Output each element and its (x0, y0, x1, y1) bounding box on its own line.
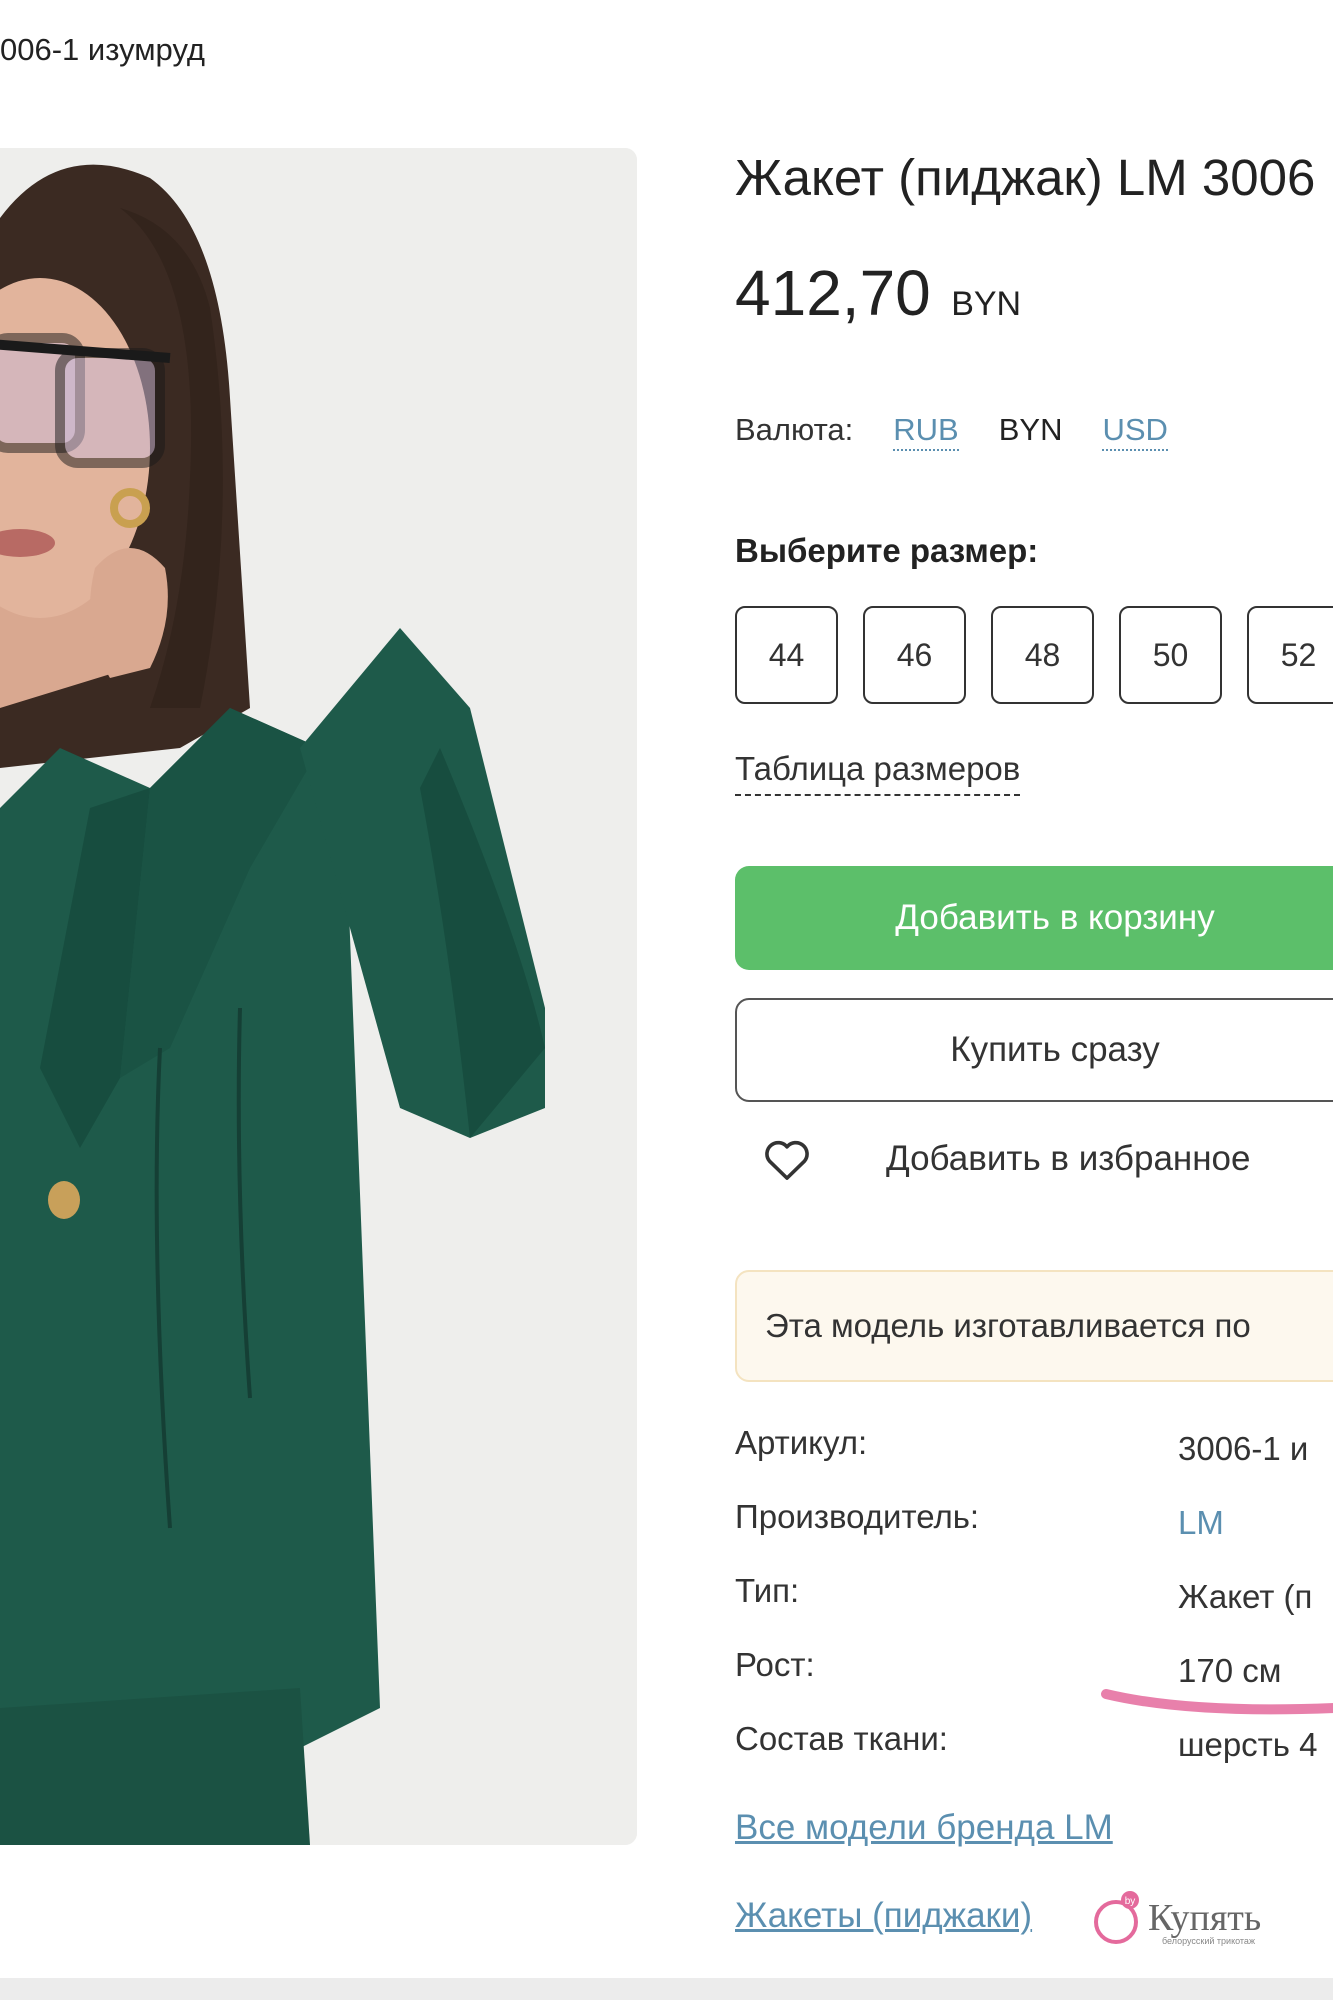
size-option-52[interactable]: 52 (1247, 606, 1333, 704)
add-to-cart-button[interactable]: Добавить в корзину (735, 866, 1333, 970)
currency-option-rub[interactable]: RUB (893, 412, 959, 451)
watermark-stroke (1101, 1689, 1333, 1715)
bottom-bar (0, 1978, 1333, 2000)
breadcrumb[interactable]: 006-1 изумруд (0, 32, 205, 68)
made-to-order-notice: Эта модель изготавливается по (735, 1270, 1333, 1382)
category-link[interactable]: Жакеты (пиджаки) (735, 1896, 1032, 1936)
size-table-link[interactable]: Таблица размеров (735, 750, 1021, 796)
watermark-logo: by Купять белорусский трикотаж (1088, 1888, 1261, 1948)
spec-value-article: 3006-1 и (1178, 1430, 1309, 1467)
spec-label-height: Рост: (735, 1646, 815, 1683)
spec-label-type: Тип: (735, 1572, 800, 1609)
currency-label: Валюта: (735, 412, 854, 447)
size-option-46[interactable]: 46 (863, 606, 966, 704)
buy-now-button[interactable]: Купить сразу (735, 998, 1333, 1102)
spec-label-manufacturer: Производитель: (735, 1498, 980, 1535)
price-amount: 412,70 (735, 257, 931, 329)
size-heading: Выберите размер: (735, 532, 1039, 569)
price-currency: BYN (951, 285, 1022, 323)
logo-mark-icon: by (1094, 1891, 1139, 1944)
add-to-favorites-label: Добавить в избранное (886, 1139, 1251, 1178)
size-option-48[interactable]: 48 (991, 606, 1094, 704)
currency-option-usd[interactable]: USD (1102, 412, 1168, 451)
currency-option-byn: BYN (998, 412, 1063, 447)
brand-models-link[interactable]: Все модели бренда LM (735, 1808, 1113, 1848)
spec-value-fabric: шерсть 4 (1178, 1726, 1318, 1763)
heart-icon (765, 1140, 809, 1180)
spec-label-article: Артикул: (735, 1424, 868, 1461)
spec-value-manufacturer[interactable]: LM (1178, 1504, 1224, 1542)
product-photo[interactable] (0, 148, 637, 1845)
spec-value-type: Жакет (п (1178, 1578, 1313, 1615)
product-title: Жакет (пиджак) LM 3006 (735, 149, 1316, 206)
product-price: 412,70 BYN (735, 256, 1021, 330)
notice-text: Эта модель изготавливается по (765, 1307, 1251, 1344)
logo-badge: by (1125, 1896, 1136, 1907)
spec-label-fabric: Состав ткани: (735, 1720, 948, 1757)
size-option-50[interactable]: 50 (1119, 606, 1222, 704)
add-to-favorites-button[interactable]: Добавить в избранное (760, 1132, 1251, 1186)
currency-switcher: Валюта: RUB BYN USD (735, 412, 1208, 451)
logo-subtitle: белорусский трикотаж (1162, 1936, 1255, 1946)
size-option-44[interactable]: 44 (735, 606, 838, 704)
logo-word: Купять (1148, 1897, 1262, 1939)
size-selector: 44 46 48 50 52 (735, 606, 1333, 704)
